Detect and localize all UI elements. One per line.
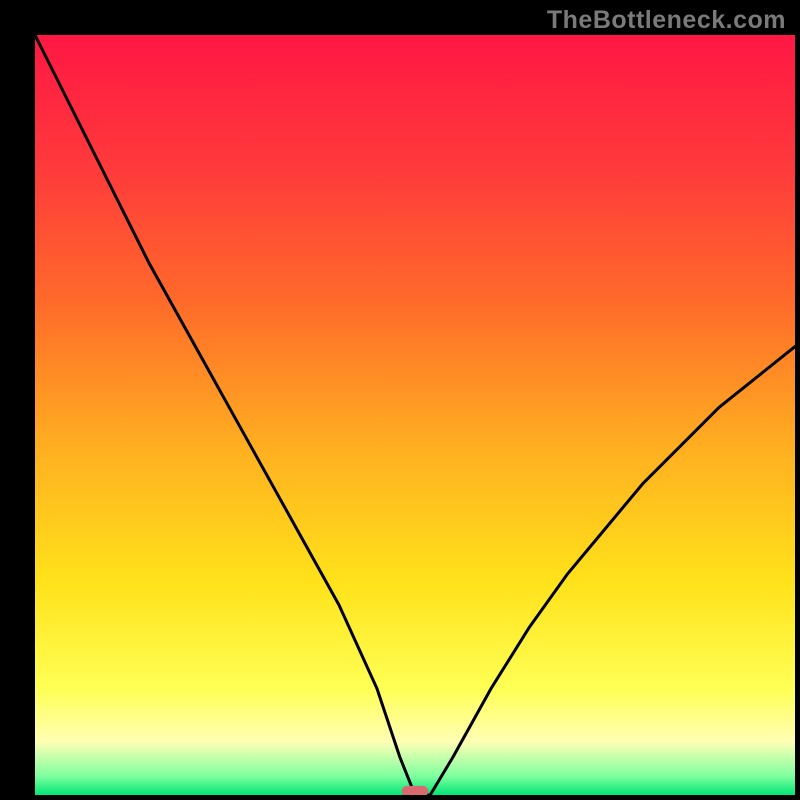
optimal-point-marker (402, 786, 429, 795)
watermark-text: TheBottleneck.com (547, 6, 786, 35)
chart-canvas (35, 35, 795, 795)
plot-area (35, 35, 795, 795)
gradient-background (35, 35, 795, 795)
chart-frame: TheBottleneck.com (0, 0, 800, 800)
